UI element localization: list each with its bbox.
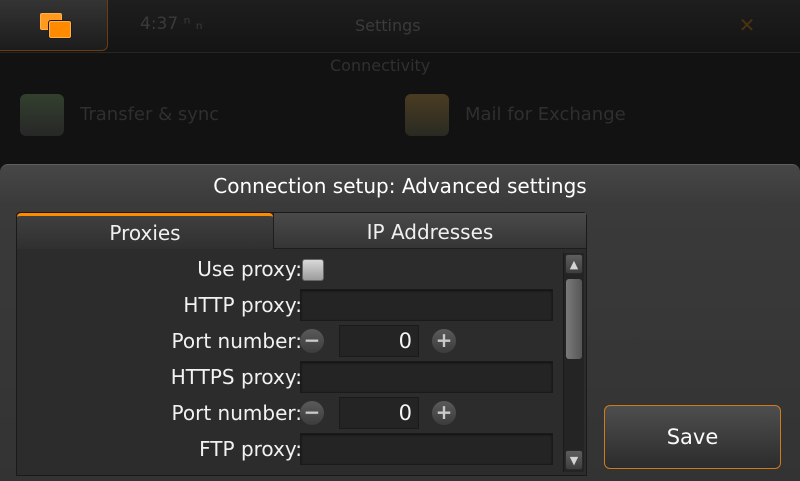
ftp-proxy-row: FTP proxy:: [17, 432, 559, 466]
https-port-field[interactable]: 0: [339, 397, 419, 429]
tab-proxies[interactable]: Proxies: [17, 213, 273, 249]
https-port-label: Port number:: [171, 401, 302, 425]
sync-icon: [20, 94, 64, 136]
save-button[interactable]: Save: [604, 405, 781, 469]
https-port-decrement-button[interactable]: −: [300, 401, 324, 425]
https-proxy-row: HTTPS proxy:: [17, 360, 559, 394]
http-port-decrement-button[interactable]: −: [300, 329, 324, 353]
scroll-thumb[interactable]: [566, 279, 582, 359]
form-scrollbar[interactable]: ▲ ▼: [563, 253, 584, 472]
https-proxy-label: HTTPS proxy:: [170, 365, 302, 389]
section-heading: Connectivity: [330, 56, 431, 75]
task-switcher-icon: [40, 13, 74, 39]
background-title: Settings: [355, 16, 421, 35]
minus-icon: −: [303, 400, 321, 424]
https-proxy-field[interactable]: [300, 361, 553, 393]
http-proxy-label: HTTP proxy:: [183, 293, 302, 317]
http-port-increment-button[interactable]: +: [432, 329, 456, 353]
ftp-proxy-label: FTP proxy:: [199, 437, 302, 461]
plus-icon: +: [435, 328, 453, 352]
task-switcher-button[interactable]: [0, 0, 108, 51]
status-bar: 4:37 ⁿ ₙ Settings ✕: [0, 0, 800, 53]
plus-icon: +: [435, 400, 453, 424]
chevron-down-icon: ▼: [569, 454, 579, 467]
proxies-form: Use proxy: HTTP proxy: Port number: − 0 …: [17, 249, 559, 475]
applet-mail-exchange: Mail for Exchange: [405, 94, 626, 140]
scroll-up-button[interactable]: ▲: [565, 254, 583, 274]
minus-icon: −: [303, 328, 321, 352]
https-port-row: Port number: − 0 +: [17, 396, 559, 430]
scroll-down-button[interactable]: ▼: [565, 450, 583, 470]
http-port-field[interactable]: 0: [339, 325, 419, 357]
dialog-title: Connection setup: Advanced settings: [213, 174, 587, 198]
http-port-row: Port number: − 0 +: [17, 324, 559, 358]
status-area: 4:37 ⁿ ₙ: [140, 14, 203, 34]
use-proxy-checkbox[interactable]: [302, 259, 324, 281]
close-icon: ✕: [738, 13, 756, 37]
http-port-label: Port number:: [171, 329, 302, 353]
tab-ip-addresses[interactable]: IP Addresses: [273, 213, 586, 249]
tab-panel: Proxies IP Addresses Use proxy: HTTP pro…: [16, 212, 587, 476]
use-proxy-label: Use proxy:: [197, 257, 302, 281]
applet-transfer-sync: Transfer & sync: [20, 94, 219, 140]
http-proxy-field[interactable]: [300, 289, 553, 321]
advanced-settings-dialog: Connection setup: Advanced settings Prox…: [0, 164, 800, 481]
mail-icon: [405, 94, 449, 136]
ftp-proxy-field[interactable]: [300, 433, 553, 465]
use-proxy-row: Use proxy:: [17, 252, 559, 286]
http-proxy-row: HTTP proxy:: [17, 288, 559, 322]
chevron-up-icon: ▲: [569, 258, 579, 271]
https-port-increment-button[interactable]: +: [432, 401, 456, 425]
